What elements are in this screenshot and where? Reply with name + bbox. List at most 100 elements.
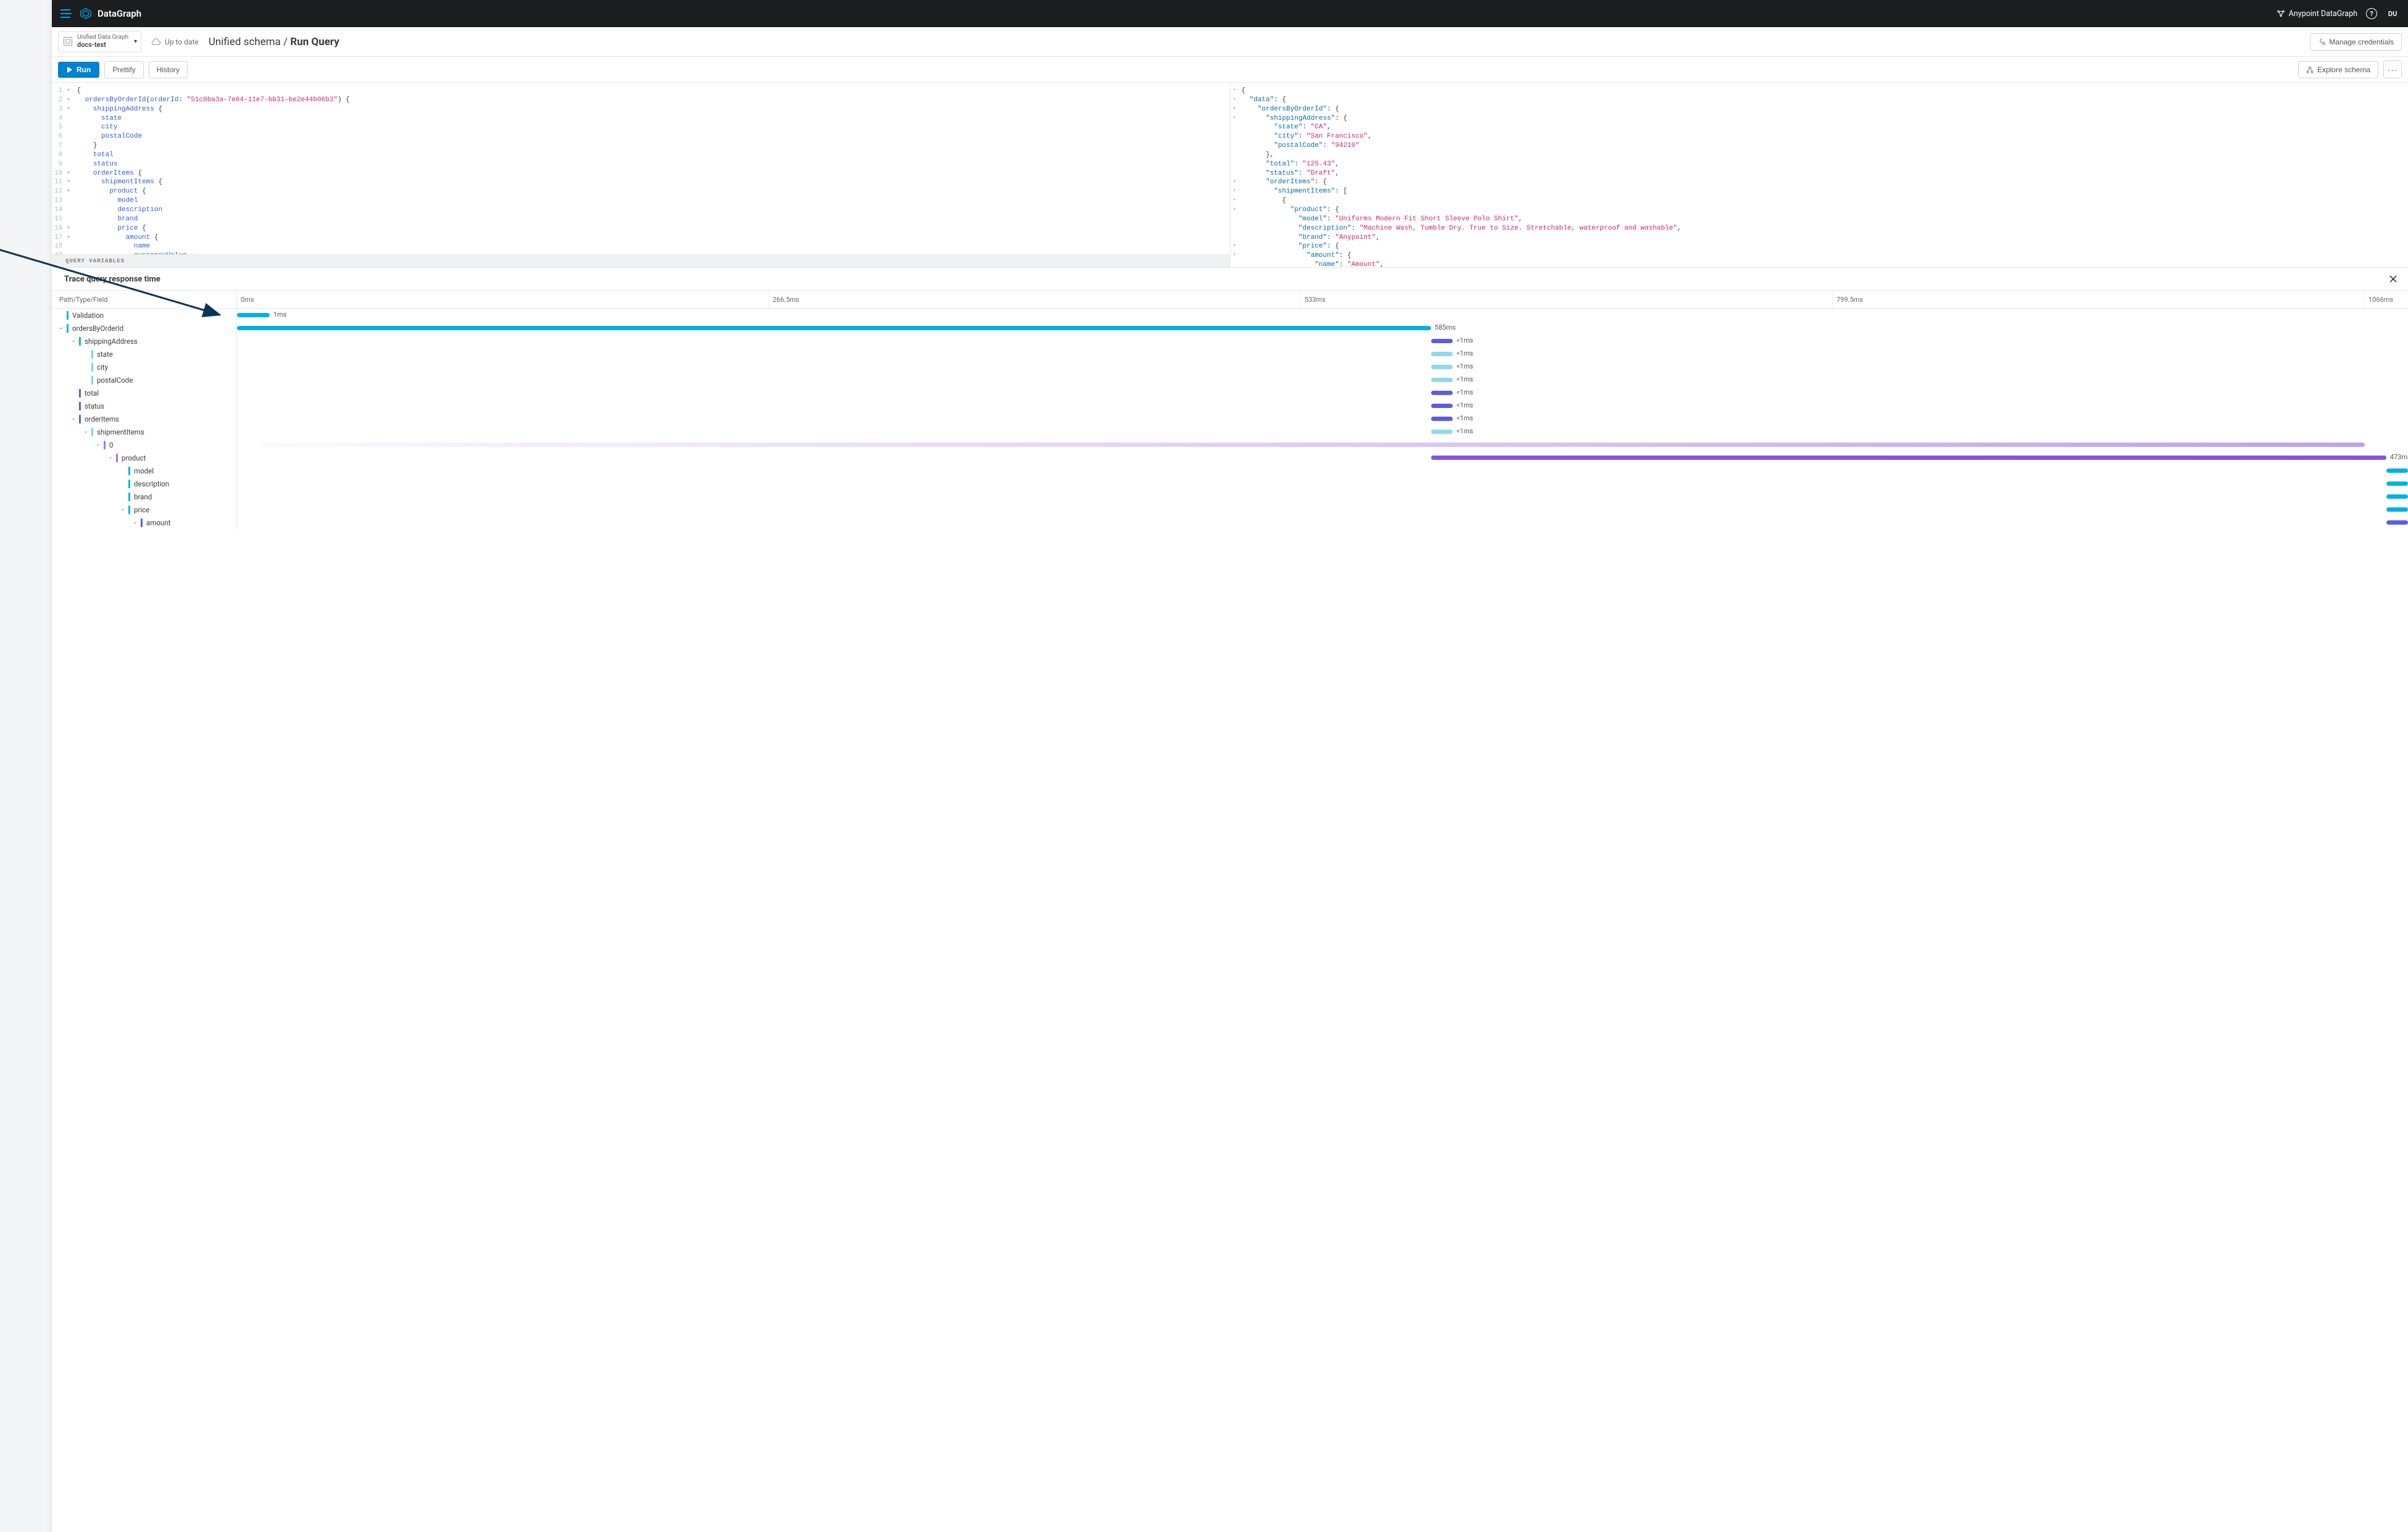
trace-bar <box>1431 456 2386 460</box>
trace-bar <box>1431 378 1453 382</box>
query-editor-pane[interactable]: 1 ▾ 2 ▾ 3 ▾ 4 5 6 7 8 9 10 ▾11 ▾12 ▾13 1… <box>52 83 1231 267</box>
trace-field-label: shipmentItems <box>97 428 144 436</box>
expand-toggle[interactable]: ⌄ <box>83 428 89 435</box>
trace-field-label: orderItems <box>85 415 119 423</box>
query-variables-toggle[interactable]: QUERY VARIABLES <box>52 254 1230 267</box>
expand-toggle[interactable]: ⌄ <box>95 441 101 448</box>
trace-field-label: postalCode <box>97 376 133 385</box>
trace-field-label: shippingAddress <box>85 337 138 346</box>
trace-time-tick: 1066ms <box>2365 291 2408 308</box>
breadcrumb: Unified schema / Run Query <box>209 36 339 48</box>
trace-row: ⌄amount<1ms <box>52 516 2408 529</box>
more-button[interactable]: ··· <box>2383 60 2402 78</box>
trace-category-tick <box>91 376 93 385</box>
menu-icon[interactable] <box>60 9 72 18</box>
trace-row: brand<1ms <box>52 490 2408 503</box>
sub-header: Unified Data Graph docs-test ▾ Up to dat… <box>52 27 2408 57</box>
environment-selector[interactable]: Unified Data Graph docs-test ▾ <box>58 31 141 52</box>
trace-field-label: Validation <box>72 311 104 320</box>
trace-bar-label: <1ms <box>1456 427 1473 435</box>
trace-field-label: amount <box>146 518 170 527</box>
trace-row: city<1ms <box>52 360 2408 373</box>
sync-status: Up to date <box>151 38 199 46</box>
trace-header-row: Path/Type/Field 0ms266.5ms533ms799.5ms10… <box>52 290 2408 309</box>
trace-row: description<1ms <box>52 477 2408 490</box>
expand-toggle[interactable]: ⌄ <box>70 415 77 422</box>
app-title: DataGraph <box>98 8 141 19</box>
trace-row: ⌄ orderItems <1ms <box>52 412 2408 425</box>
close-icon <box>2389 275 2397 283</box>
result-code: { "data": { "ordersByOrderId": { "shippi… <box>1239 83 2408 267</box>
expand-toggle[interactable]: ⌄ <box>58 325 64 331</box>
explore-schema-label: Explore schema <box>2317 65 2370 74</box>
trace-row: ⌄shippingAddress<1ms <box>52 335 2408 348</box>
editor-area: 1 ▾ 2 ▾ 3 ▾ 4 5 6 7 8 9 10 ▾11 ▾12 ▾13 1… <box>52 83 2408 268</box>
trace-field-label: ordersByOrderId <box>72 324 123 333</box>
graph-icon <box>2277 9 2285 18</box>
trace-row: ⌄ordersByOrderId585ms <box>52 322 2408 335</box>
key-icon <box>2318 38 2325 46</box>
trace-bar-label: <1ms <box>1456 414 1473 422</box>
trace-category-tick <box>91 350 93 359</box>
trace-bar <box>237 326 1431 330</box>
expand-toggle[interactable]: ⌄ <box>70 338 77 344</box>
trace-category-tick <box>128 506 130 514</box>
trace-bar <box>237 313 270 317</box>
app-logo <box>79 7 93 20</box>
trace-field-label: description <box>134 480 169 488</box>
manage-credentials-button[interactable]: Manage credentials <box>2310 33 2402 51</box>
expand-toggle[interactable]: ⌄ <box>120 506 126 512</box>
trace-time-tick: 266.5ms <box>769 291 1301 308</box>
trace-row: ⌄product473ms <box>52 451 2408 464</box>
trace-bar-label: <1ms <box>1456 375 1473 383</box>
trace-category-tick <box>128 467 130 475</box>
trace-category-tick <box>79 415 81 423</box>
trace-category-tick <box>128 493 130 501</box>
trace-row: ⌄price<1ms <box>52 503 2408 516</box>
trace-bar <box>2386 507 2408 512</box>
top-bar: DataGraph Anypoint DataGraph ? DU <box>52 0 2408 27</box>
result-fold-gutter: ▾▾▾▾▾▾▾▾▾▾ <box>1231 83 1239 267</box>
trace-field-label: 0 <box>109 441 113 449</box>
trace-field-label: price <box>134 506 149 514</box>
trace-category-tick <box>104 441 106 449</box>
trace-row: total<1ms <box>52 386 2408 399</box>
trace-category-tick <box>67 324 69 333</box>
trace-bar <box>2386 520 2408 525</box>
trace-field-label: state <box>97 350 113 359</box>
trace-bar <box>1431 339 1453 343</box>
trace-bar <box>1431 404 1453 408</box>
explore-schema-button[interactable]: Explore schema <box>2298 61 2378 78</box>
trace-field-label: status <box>85 402 104 410</box>
trace-path-header: Path/Type/Field <box>52 291 237 308</box>
history-button[interactable]: History <box>149 61 188 78</box>
trace-bar <box>1431 417 1453 421</box>
run-button[interactable]: Run <box>58 62 99 78</box>
play-icon <box>67 67 73 73</box>
expand-toggle[interactable]: ⌄ <box>132 519 138 525</box>
user-avatar[interactable]: DU <box>2386 7 2399 20</box>
trace-grid: Path/Type/Field 0ms266.5ms533ms799.5ms10… <box>52 290 2408 1532</box>
trace-bar-label: <1ms <box>1456 349 1473 357</box>
trace-row: model<1ms <box>52 464 2408 477</box>
trace-bar <box>2386 468 2408 473</box>
anypoint-datagraph-link[interactable]: Anypoint DataGraph <box>2277 9 2357 19</box>
trace-bar-label: <1ms <box>1456 401 1473 409</box>
trace-bar <box>2386 494 2408 499</box>
trace-category-tick <box>79 402 81 410</box>
trace-row: state <1ms <box>52 348 2408 360</box>
breadcrumb-current: Run Query <box>290 36 339 48</box>
anypoint-datagraph-label: Anypoint DataGraph <box>2289 9 2357 19</box>
env-icon <box>64 37 72 46</box>
result-pane[interactable]: ▾▾▾▾▾▾▾▾▾▾ { "data": { "ordersByOrderId"… <box>1231 83 2408 267</box>
close-trace-button[interactable] <box>2388 274 2398 284</box>
trace-field-label: total <box>85 389 99 398</box>
query-code[interactable]: { ordersByOrderId(orderId: "51c0ba3a-7e6… <box>74 83 1229 254</box>
trace-bar-label: 1ms <box>273 310 287 318</box>
trace-bar-label: 473ms <box>2390 453 2408 461</box>
expand-toggle[interactable]: ⌄ <box>107 454 114 460</box>
help-button[interactable]: ? <box>2366 8 2377 19</box>
cloud-icon <box>151 38 161 46</box>
trace-category-tick <box>91 428 93 436</box>
prettify-button[interactable]: Prettify <box>104 61 143 78</box>
